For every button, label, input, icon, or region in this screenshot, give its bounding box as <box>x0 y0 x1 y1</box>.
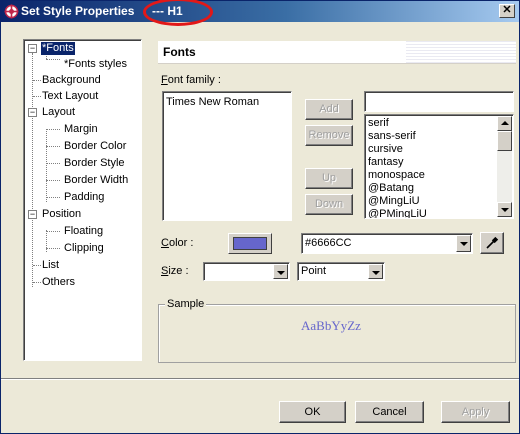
label-rest: olor : <box>168 237 194 249</box>
tree-layout-child-line <box>46 129 47 202</box>
list-item[interactable]: @Batang <box>368 182 414 194</box>
label-rest: ont family : <box>167 74 221 86</box>
color-swatch-button[interactable] <box>228 233 272 254</box>
chevron-down-icon[interactable] <box>273 264 288 279</box>
add-button-label: Add <box>319 103 339 115</box>
list-item[interactable]: sans-serif <box>368 130 416 142</box>
app-icon <box>4 4 19 19</box>
up-button-label: Up <box>321 172 337 184</box>
tree-item-position[interactable]: Position <box>42 208 81 221</box>
color-swatch <box>233 237 267 250</box>
position-collapse-toggle[interactable]: − <box>28 210 37 219</box>
tree-connector <box>33 282 41 283</box>
sample-text: AaBbYyZz <box>301 318 361 333</box>
cancel-button-label: Cancel <box>372 406 407 418</box>
apply-button[interactable]: Apply <box>441 401 510 423</box>
list-item[interactable]: @PMingLiU <box>368 208 427 218</box>
fonts-collapse-toggle[interactable]: − <box>28 44 37 53</box>
remove-button[interactable]: Remove <box>305 125 353 146</box>
tree-item-border-width[interactable]: Border Width <box>64 174 128 187</box>
chevron-down-icon[interactable] <box>456 235 471 252</box>
tree-item-padding[interactable]: Padding <box>64 191 104 204</box>
highlight-annotation <box>143 0 213 26</box>
layout-collapse-toggle[interactable]: − <box>28 108 37 117</box>
color-label: Color : <box>161 237 193 249</box>
font-family-label: Font family : <box>161 74 221 86</box>
dialog-window: Set Style Properties --- H1 ✕ − *Fonts *… <box>0 0 520 434</box>
list-item[interactable]: fantasy <box>368 156 403 168</box>
scroll-thumb[interactable] <box>497 131 512 151</box>
tree-item-fonts[interactable]: *Fonts <box>40 41 76 56</box>
remove-button-label: Remove <box>308 129 350 141</box>
list-item[interactable]: cursive <box>368 143 403 155</box>
down-button[interactable]: Down <box>305 194 353 215</box>
category-tree[interactable]: − *Fonts *Fonts styles Background Text L… <box>23 39 142 361</box>
tree-connector <box>46 129 60 130</box>
size-combo[interactable] <box>203 262 290 281</box>
header-pattern <box>406 41 516 63</box>
list-item[interactable]: monospace <box>368 169 425 181</box>
available-families-list[interactable]: serif sans-serif cursive fantasy monospa… <box>364 114 514 219</box>
down-button-label: Down <box>314 198 344 210</box>
tree-item-clipping[interactable]: Clipping <box>64 242 104 255</box>
font-family-input[interactable] <box>364 91 514 112</box>
tree-connector <box>46 163 60 164</box>
tree-item-text-layout[interactable]: Text Layout <box>42 90 98 103</box>
tree-connector <box>46 231 60 232</box>
mnemonic: C <box>161 237 169 249</box>
size-unit-combo[interactable]: Point <box>297 262 385 281</box>
tree-connector <box>46 197 60 198</box>
close-button[interactable]: ✕ <box>499 4 515 18</box>
scroll-down-button[interactable] <box>497 202 512 217</box>
ok-button[interactable]: OK <box>279 401 346 423</box>
list-item[interactable]: @MingLiU <box>368 195 420 207</box>
add-button[interactable]: Add <box>305 99 353 120</box>
tree-connector <box>33 80 41 81</box>
eyedropper-button[interactable] <box>480 232 504 254</box>
color-combo[interactable]: #6666CC <box>301 233 473 254</box>
color-value: #6666CC <box>305 237 352 249</box>
mnemonic: F <box>161 74 168 86</box>
tree-root-line <box>32 53 33 287</box>
tree-connector <box>46 146 60 147</box>
apply-button-label: Apply <box>461 406 490 418</box>
panel-header: Fonts <box>158 41 516 64</box>
tree-connector <box>46 59 60 60</box>
size-label: Size : <box>161 265 189 277</box>
tree-item-background[interactable]: Background <box>42 74 101 87</box>
selected-families-list[interactable]: Times New Roman <box>162 91 292 221</box>
tree-item-border-style[interactable]: Border Style <box>64 157 125 170</box>
sample-group: Sample AaBbYyZz <box>158 298 516 363</box>
ok-button-label: OK <box>304 406 321 418</box>
list-item[interactable]: Times New Roman <box>166 96 259 108</box>
tree-connector <box>46 248 60 249</box>
families-scrollbar[interactable] <box>497 116 512 217</box>
tree-connector <box>33 265 41 266</box>
tree-item-margin[interactable]: Margin <box>64 123 98 136</box>
tree-item-border-color[interactable]: Border Color <box>64 140 126 153</box>
size-unit-value: Point <box>301 265 327 277</box>
footer-separator <box>1 378 519 380</box>
list-item[interactable]: serif <box>368 117 389 129</box>
up-button[interactable]: Up <box>305 168 353 189</box>
eyedropper-icon <box>486 236 499 249</box>
title-bar[interactable]: Set Style Properties --- H1 ✕ <box>1 0 519 26</box>
tree-connector <box>46 180 60 181</box>
window-title: Set Style Properties <box>21 4 135 18</box>
label-rest: ize : <box>168 265 189 277</box>
tree-connector <box>33 96 41 97</box>
tree-item-list[interactable]: List <box>42 259 59 272</box>
tree-item-others[interactable]: Others <box>42 276 75 289</box>
tree-item-layout[interactable]: Layout <box>42 106 75 119</box>
scroll-up-button[interactable] <box>497 116 512 131</box>
cancel-button[interactable]: Cancel <box>355 401 424 423</box>
tree-item-floating[interactable]: Floating <box>64 225 103 238</box>
sample-label: Sample <box>165 298 207 310</box>
chevron-down-icon[interactable] <box>368 264 383 279</box>
panel-title: Fonts <box>163 45 196 59</box>
tree-item-fonts-styles[interactable]: *Fonts styles <box>64 58 127 71</box>
